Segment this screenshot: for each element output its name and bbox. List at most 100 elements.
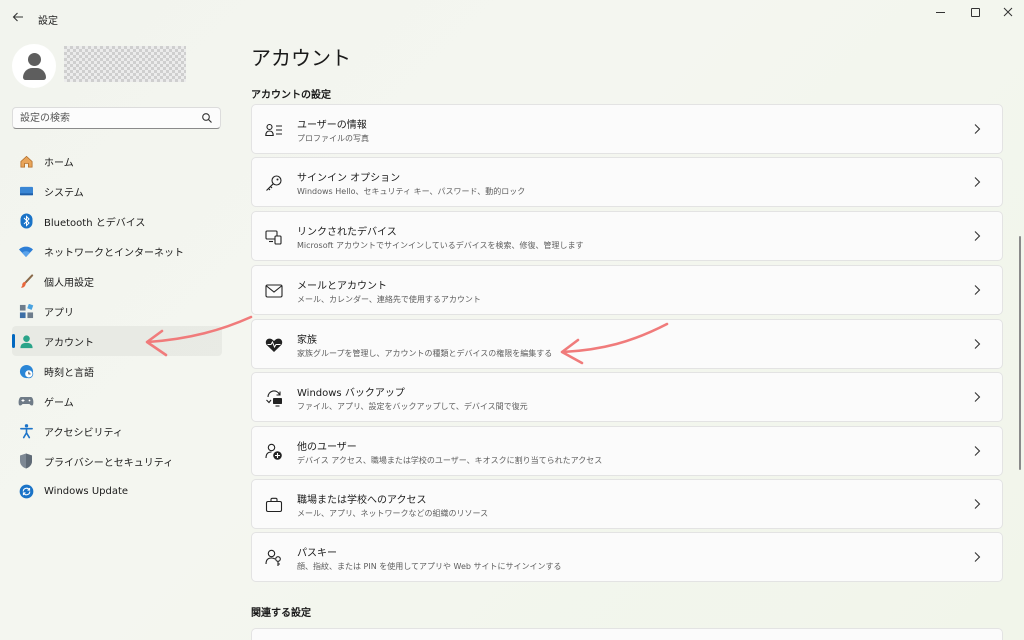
chevron-right-icon (974, 552, 981, 562)
key-icon (265, 174, 283, 192)
linked-devices-icon (265, 228, 283, 246)
sidebar-item-windows-update[interactable]: Windows Update (12, 476, 222, 506)
search-icon[interactable] (201, 112, 213, 124)
sidebar-item-label: アクセシビリティ (44, 427, 123, 439)
sidebar-item-bluetooth[interactable]: Bluetooth とデバイス (12, 206, 222, 236)
card-title: ユーザーの情報 (297, 120, 367, 131)
sidebar-item-label: 時刻と言語 (44, 367, 94, 379)
bluetooth-icon (18, 213, 34, 229)
page-title: アカウント (251, 46, 351, 70)
gamepad-icon (18, 393, 34, 409)
card-description: 顔、指紋、または PIN を使用してアプリや Web サイトにサインインする (297, 562, 562, 571)
sidebar-item-label: アプリ (44, 307, 74, 319)
close-button[interactable] (990, 0, 1024, 24)
title-bar: 設定 (0, 0, 1024, 36)
sidebar-item-label: アカウント (44, 337, 94, 349)
home-icon (18, 153, 34, 169)
sidebar-item-personalization[interactable]: 個人用設定 (12, 266, 222, 296)
sidebar-item-system[interactable]: システム (12, 176, 222, 206)
close-icon (1003, 7, 1013, 17)
card-description: ファイル、アプリ、設定をバックアップして、デバイス間で復元 (297, 402, 528, 411)
shield-icon (18, 453, 34, 469)
update-icon (18, 483, 34, 499)
clock-globe-icon (18, 363, 34, 379)
card-work-school-access[interactable]: 職場または学校へのアクセス メール、アプリ、ネットワークなどの組織のリソース (251, 479, 1003, 529)
sidebar-item-accounts[interactable]: アカウント (12, 326, 222, 356)
sidebar-item-label: ホーム (44, 157, 74, 169)
chevron-right-icon (974, 446, 981, 456)
avatar-body (23, 68, 46, 80)
card-title: 家族 (297, 335, 317, 346)
sidebar-item-label: Bluetooth とデバイス (44, 217, 146, 229)
card-title: Windows バックアップ (297, 388, 405, 399)
sidebar-item-accessibility[interactable]: アクセシビリティ (12, 416, 222, 446)
mail-icon (265, 282, 283, 300)
sidebar-nav: ホーム システム Bluetooth とデバイス ネットワークとインターネット … (12, 146, 222, 506)
username-redacted (64, 46, 186, 82)
card-description: Microsoft アカウントでサインインしているデバイスを検索、修復、管理しま… (297, 241, 584, 250)
search-box[interactable] (12, 107, 221, 129)
chevron-right-icon (974, 499, 981, 509)
card-description: プロファイルの写真 (297, 134, 369, 143)
card-title: リンクされたデバイス (297, 227, 397, 238)
minimize-icon (935, 11, 945, 13)
sidebar-item-privacy[interactable]: プライバシーとセキュリティ (12, 446, 222, 476)
search-input[interactable] (20, 110, 200, 126)
chevron-right-icon (974, 392, 981, 402)
accessibility-icon (18, 423, 34, 439)
card-user-info[interactable]: ユーザーの情報 プロファイルの写真 (251, 104, 1003, 154)
chevron-right-icon (974, 124, 981, 134)
card-sign-in-options[interactable]: サインイン オプション Windows Hello、セキュリティ キー、パスワー… (251, 157, 1003, 207)
sidebar-item-label: ネットワークとインターネット (44, 247, 184, 259)
sidebar-item-network[interactable]: ネットワークとインターネット (12, 236, 222, 266)
app-title: 設定 (38, 16, 58, 27)
add-user-icon (265, 443, 283, 461)
account-icon (18, 333, 34, 349)
apps-icon (18, 303, 34, 319)
sidebar-item-time-language[interactable]: 時刻と言語 (12, 356, 222, 386)
arrow-left-icon (12, 12, 23, 22)
card-title: パスキー (297, 548, 337, 559)
chevron-right-icon (974, 177, 981, 187)
chevron-right-icon (974, 231, 981, 241)
card-related-partial[interactable] (251, 628, 1003, 640)
maximize-button[interactable] (957, 0, 993, 24)
passkey-icon (265, 549, 283, 567)
avatar-head (28, 53, 41, 66)
chevron-right-icon (974, 339, 981, 349)
card-description: 家族グループを管理し、アカウントの種類とデバイスの権限を編集する (297, 349, 553, 358)
active-indicator (12, 334, 15, 348)
monitor-icon (18, 183, 34, 199)
card-description: メール、アプリ、ネットワークなどの組織のリソース (297, 509, 489, 518)
sidebar-item-label: システム (44, 187, 84, 199)
sidebar-item-home[interactable]: ホーム (12, 146, 222, 176)
section-title-related-settings: 関連する設定 (251, 608, 311, 619)
card-title: サインイン オプション (297, 173, 401, 184)
sidebar-item-apps[interactable]: アプリ (12, 296, 222, 326)
maximize-icon (970, 7, 980, 17)
card-other-users[interactable]: 他のユーザー デバイス アクセス、職場または学校のユーザー、キオスクに割り当てら… (251, 426, 1003, 476)
card-title: 他のユーザー (297, 442, 357, 453)
card-passkeys[interactable]: パスキー 顔、指紋、または PIN を使用してアプリや Web サイトにサインイ… (251, 532, 1003, 582)
sidebar-item-label: Windows Update (44, 485, 129, 497)
back-button[interactable] (8, 6, 28, 28)
sidebar-item-label: ゲーム (44, 397, 74, 409)
backup-icon (265, 389, 283, 407)
card-description: デバイス アクセス、職場または学校のユーザー、キオスクに割り当てられたアクセス (297, 456, 603, 465)
card-email-accounts[interactable]: メールとアカウント メール、カレンダー、連絡先で使用するアカウント (251, 265, 1003, 315)
briefcase-icon (265, 496, 283, 514)
card-title: 職場または学校へのアクセス (297, 495, 427, 506)
card-windows-backup[interactable]: Windows バックアップ ファイル、アプリ、設定をバックアップして、デバイス… (251, 372, 1003, 422)
scrollbar-thumb[interactable] (1019, 236, 1021, 470)
minimize-button[interactable] (922, 0, 958, 24)
sidebar-item-label: 個人用設定 (44, 277, 94, 289)
chevron-right-icon (974, 285, 981, 295)
card-description: メール、カレンダー、連絡先で使用するアカウント (297, 295, 481, 304)
user-avatar-icon[interactable] (12, 44, 56, 88)
sidebar-item-gaming[interactable]: ゲーム (12, 386, 222, 416)
card-linked-devices[interactable]: リンクされたデバイス Microsoft アカウントでサインインしているデバイス… (251, 211, 1003, 261)
card-family[interactable]: 家族 家族グループを管理し、アカウントの種類とデバイスの権限を編集する (251, 319, 1003, 369)
brush-icon (18, 273, 34, 289)
card-description: Windows Hello、セキュリティ キー、パスワード、動的ロック (297, 187, 526, 196)
section-title-account-settings: アカウントの設定 (251, 90, 331, 101)
